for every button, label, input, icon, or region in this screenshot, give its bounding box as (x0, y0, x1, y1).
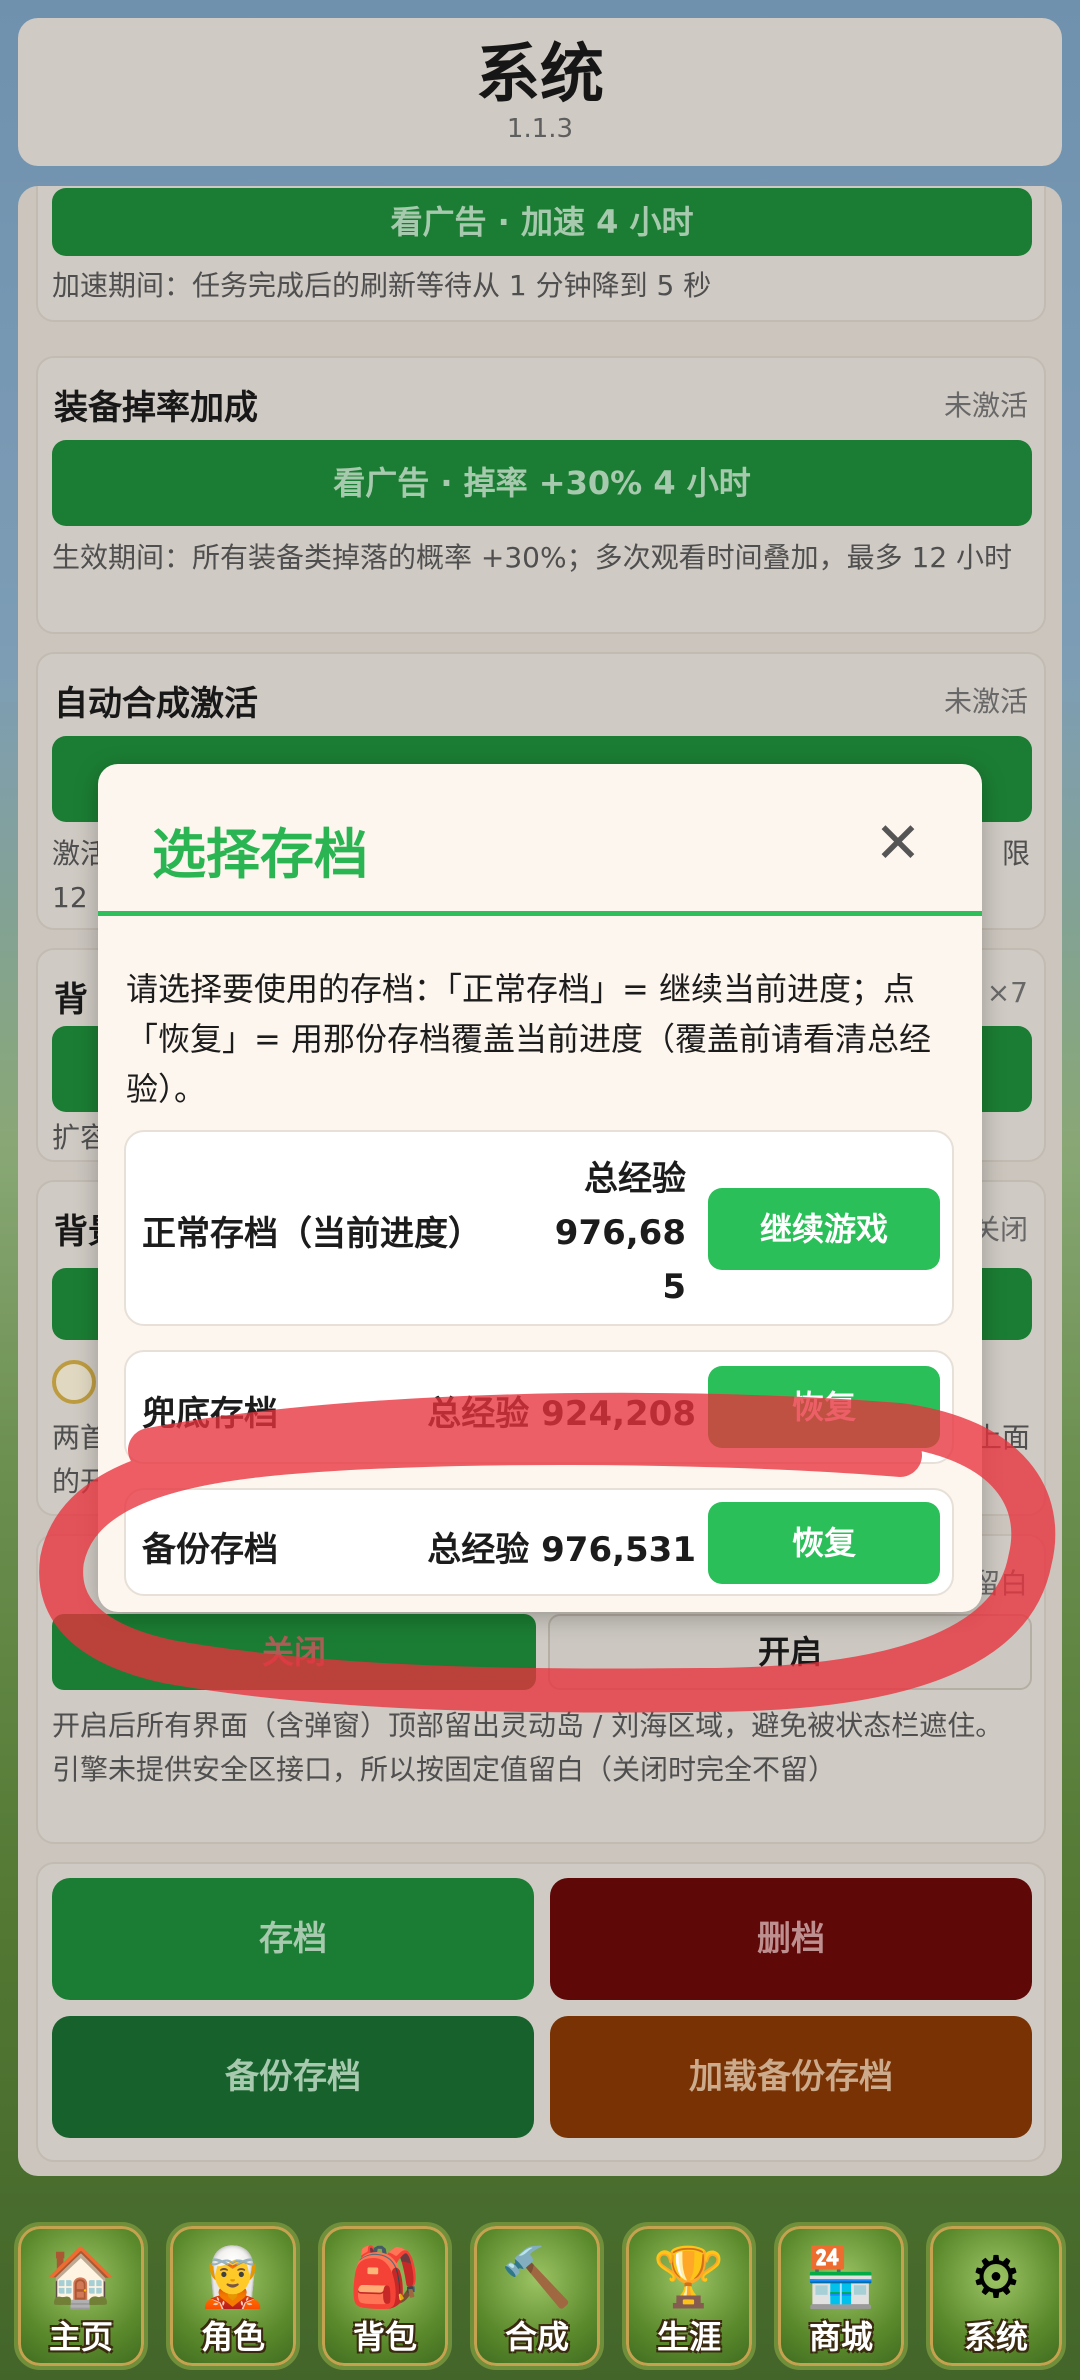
nav-label: 商城 (808, 2318, 873, 2356)
nav-label: 生涯 (656, 2318, 721, 2356)
backpack-icon: 🎒 (348, 2243, 422, 2311)
save-name: 正常存档（当前进度） (142, 1214, 482, 1254)
nav-shop[interactable]: 🏪 商城 (774, 2222, 908, 2370)
nav-character[interactable]: 🧝 角色 (166, 2222, 300, 2370)
nav-label: 主页 (48, 2318, 113, 2356)
save-name: 备份存档 (142, 1530, 278, 1570)
house-icon: 🏠 (44, 2243, 118, 2311)
trophy-icon: 🏆 (652, 2243, 726, 2311)
nav-label: 系统 (963, 2318, 1028, 2356)
modal-description: 请选择要使用的存档：「正常存档」= 继续当前进度；点「恢复」= 用那份存档覆盖当… (126, 970, 931, 1108)
nav-career[interactable]: 🏆 生涯 (622, 2222, 756, 2370)
shop-stall-icon: 🏪 (804, 2243, 878, 2311)
modal-title: 选择存档 (152, 823, 368, 886)
bottom-nav: 🏠 主页 🧝 角色 🎒 背包 🔨 合成 🏆 生涯 🏪 商城 ⚙ 系统 (0, 2214, 1080, 2380)
restore-backup-button[interactable]: 恢复 (708, 1502, 940, 1584)
backup-save-row: 备份存档 总经验 976,531 恢复 (124, 1488, 954, 1596)
continue-game-button[interactable]: 继续游戏 (708, 1188, 940, 1270)
nav-backpack[interactable]: 🎒 背包 (318, 2222, 452, 2370)
restore-fallback-button[interactable]: 恢复 (708, 1366, 940, 1448)
save-exp: 总经验 976,68 5 (554, 1159, 686, 1307)
save-exp: 总经验 976,531 (427, 1530, 696, 1570)
nav-label: 背包 (352, 2318, 417, 2356)
nav-system[interactable]: ⚙ 系统 (926, 2222, 1066, 2370)
modal-header: 选择存档 ✕ (98, 764, 982, 916)
nav-home[interactable]: 🏠 主页 (14, 2222, 148, 2370)
save-name: 兜底存档 (142, 1394, 278, 1434)
gear-scroll-icon: ⚙ (970, 2243, 1022, 2311)
save-exp: 总经验 924,208 (427, 1394, 696, 1434)
normal-save-row: 正常存档（当前进度） 总经验 976,68 5 继续游戏 (124, 1130, 954, 1326)
select-save-modal: 选择存档 ✕ 请选择要使用的存档：「正常存档」= 继续当前进度；点「恢复」= 用… (98, 764, 982, 1612)
close-icon[interactable]: ✕ (866, 812, 930, 876)
fallback-save-row: 兜底存档 总经验 924,208 恢复 (124, 1350, 954, 1464)
anvil-hammer-icon: 🔨 (500, 2243, 574, 2311)
nav-label: 角色 (200, 2318, 265, 2356)
elf-character-icon: 🧝 (196, 2243, 270, 2311)
nav-label: 合成 (504, 2318, 569, 2356)
nav-merge[interactable]: 🔨 合成 (470, 2222, 604, 2370)
